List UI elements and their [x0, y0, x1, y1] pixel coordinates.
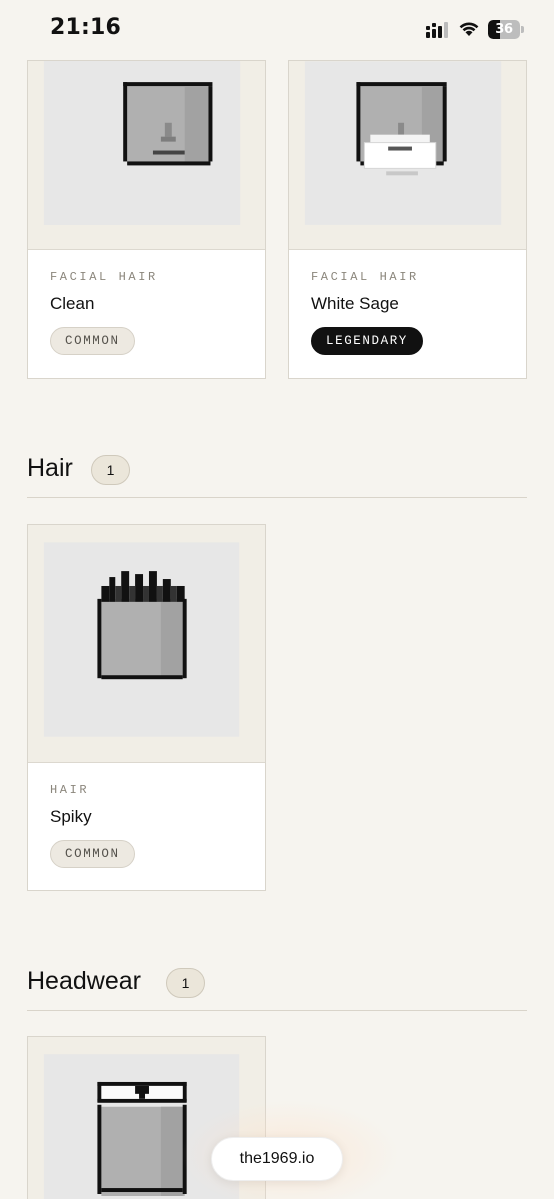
- collection-page: 21:16 36 FACIAL HAIR Clean COMMON FACIAL…: [0, 0, 554, 1199]
- trait-name: Spiky: [50, 807, 92, 826]
- rarity-badge: COMMON: [50, 327, 135, 355]
- rarity-badge: COMMON: [50, 840, 135, 868]
- trait-card-white-sage[interactable]: FACIAL HAIR White Sage LEGENDARY: [288, 60, 527, 379]
- section-header-headwear: Headwear 1: [27, 967, 527, 1011]
- trait-category: FACIAL HAIR: [50, 270, 158, 284]
- wifi-icon: [459, 22, 479, 36]
- trait-card-clean[interactable]: FACIAL HAIR Clean COMMON: [27, 60, 266, 379]
- status-time: 21:16: [50, 15, 122, 40]
- trait-art-frame: [28, 61, 265, 250]
- battery-percent: 36: [495, 22, 513, 37]
- cellular-signal-icon: [426, 21, 448, 38]
- spiky-hair-pixel-art: [43, 542, 240, 737]
- section-title: Headwear: [27, 967, 141, 995]
- section-count-badge: 1: [91, 455, 130, 485]
- trait-category: FACIAL HAIR: [311, 270, 419, 284]
- clean-face-pixel-art: [43, 61, 241, 225]
- status-bar: 21:16 36: [0, 0, 554, 60]
- section-header-hair: Hair 1: [27, 454, 527, 498]
- status-icons: 36: [426, 20, 524, 39]
- trait-card-spiky[interactable]: HAIR Spiky COMMON: [27, 524, 266, 891]
- rarity-badge: LEGENDARY: [311, 327, 423, 355]
- battery-icon: 36: [488, 20, 520, 39]
- section-title: Hair: [27, 454, 73, 482]
- trait-art-frame: [28, 525, 265, 763]
- site-link-pill[interactable]: the1969.io: [211, 1137, 343, 1181]
- white-sage-beard-pixel-art: [304, 61, 502, 225]
- section-count-badge: 1: [166, 968, 205, 998]
- trait-name: Clean: [50, 294, 95, 313]
- trait-name: White Sage: [311, 294, 399, 313]
- trait-art-frame: [289, 61, 526, 250]
- trait-category: HAIR: [50, 783, 90, 797]
